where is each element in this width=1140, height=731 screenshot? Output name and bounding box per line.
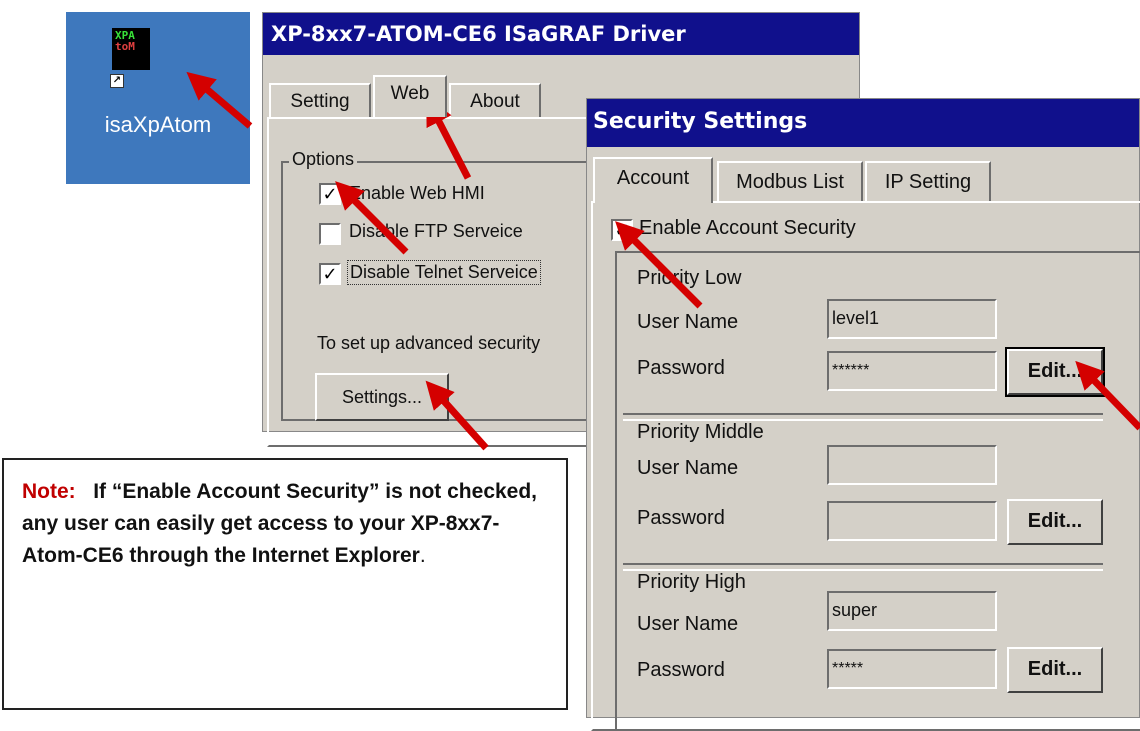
driver-titlebar[interactable]: XP-8xx7-ATOM-CE6 ISaGRAF Driver bbox=[263, 13, 859, 55]
driver-title: XP-8xx7-ATOM-CE6 ISaGRAF Driver bbox=[271, 22, 686, 46]
enable-account-security-label: Enable Account Security bbox=[639, 217, 856, 239]
priority-middle-header: Priority Middle bbox=[633, 421, 768, 444]
middle-edit-button[interactable]: Edit... bbox=[1007, 499, 1103, 545]
tab-web[interactable]: Web bbox=[373, 75, 447, 117]
note-period: . bbox=[419, 544, 426, 567]
desktop-shortcut[interactable]: XPA toM ↗ isaXpAtom bbox=[66, 12, 250, 184]
high-group-line bbox=[623, 563, 1103, 571]
low-password-field[interactable]: ****** bbox=[827, 351, 997, 391]
note-prefix: Note: bbox=[22, 480, 76, 503]
tab-about[interactable]: About bbox=[449, 83, 541, 117]
tab-modbus-list[interactable]: Modbus List bbox=[717, 161, 863, 201]
high-password-field[interactable]: ***** bbox=[827, 649, 997, 689]
isaxpatom-app-icon[interactable]: XPA toM bbox=[112, 28, 150, 70]
high-user-name-label: User Name bbox=[637, 613, 739, 635]
tab-ip-setting[interactable]: IP Setting bbox=[865, 161, 991, 201]
low-user-name-field[interactable]: level1 bbox=[827, 299, 997, 339]
high-user-name-field[interactable]: super bbox=[827, 591, 997, 631]
middle-user-name-label: User Name bbox=[637, 457, 739, 479]
low-password-label: Password bbox=[637, 357, 725, 379]
middle-password-label: Password bbox=[637, 507, 725, 529]
security-dialog: Security Settings Account Modbus List IP… bbox=[586, 98, 1140, 731]
tab-setting[interactable]: Setting bbox=[269, 83, 371, 117]
app-label: isaXpAtom bbox=[104, 112, 212, 137]
security-title: Security Settings bbox=[593, 109, 808, 134]
enable-web-hmi-checkbox[interactable]: ✓ bbox=[319, 183, 341, 205]
low-user-name-label: User Name bbox=[637, 311, 739, 333]
middle-user-name-field[interactable] bbox=[827, 445, 997, 485]
disable-telnet-label: Disable Telnet Serveice bbox=[347, 260, 541, 285]
enable-web-hmi-label: Enable Web HMI bbox=[349, 183, 485, 203]
advanced-security-text: To set up advanced security bbox=[317, 333, 541, 353]
note-body: If “Enable Account Security” is not chec… bbox=[22, 480, 538, 567]
high-password-label: Password bbox=[637, 659, 725, 681]
high-edit-button[interactable]: Edit... bbox=[1007, 647, 1103, 693]
middle-password-field[interactable] bbox=[827, 501, 997, 541]
note-box: Note: If “Enable Account Security” is no… bbox=[2, 458, 568, 710]
priority-high-header: Priority High bbox=[633, 571, 750, 594]
security-titlebar[interactable]: Security Settings bbox=[587, 99, 1139, 147]
shortcut-arrow-icon: ↗ bbox=[110, 74, 124, 88]
enable-account-checkbox-box[interactable]: ✓ bbox=[611, 219, 633, 241]
options-group-label: Options bbox=[289, 149, 358, 170]
tab-account[interactable]: Account bbox=[593, 157, 713, 203]
priority-low-header: Priority Low bbox=[637, 267, 742, 289]
low-edit-button[interactable]: Edit... bbox=[1005, 347, 1105, 397]
disable-ftp-label: Disable FTP Serveice bbox=[349, 221, 523, 241]
disable-ftp-checkbox[interactable] bbox=[319, 223, 341, 245]
settings-button[interactable]: Settings... bbox=[315, 373, 449, 421]
app-icon-text-line-2: toM bbox=[115, 40, 135, 53]
disable-telnet-checkbox[interactable]: ✓ bbox=[319, 263, 341, 285]
middle-group-line bbox=[623, 413, 1103, 421]
